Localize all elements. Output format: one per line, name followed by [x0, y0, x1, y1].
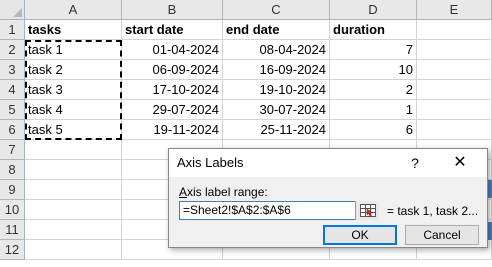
cell-a8[interactable]: [25, 160, 122, 180]
dialog-title-bar[interactable]: Axis Labels ? ✕: [169, 149, 487, 177]
help-icon[interactable]: ?: [405, 153, 425, 173]
row-header-2[interactable]: 2: [0, 40, 25, 60]
row-header-10[interactable]: 10: [0, 200, 25, 220]
cell-d5[interactable]: 1: [330, 100, 417, 120]
cell-a5[interactable]: task 4: [25, 100, 122, 120]
cell-b6[interactable]: 19-11-2024: [122, 120, 223, 140]
row-header-9[interactable]: 9: [0, 180, 25, 200]
cell-c4[interactable]: 19-10-2024: [223, 80, 330, 100]
row-header-1[interactable]: 1: [0, 20, 25, 40]
cell-d4[interactable]: 2: [330, 80, 417, 100]
cell-c5[interactable]: 30-07-2024: [223, 100, 330, 120]
range-label-accesskey: A: [179, 185, 188, 199]
cell-e2[interactable]: [417, 40, 492, 60]
cell-d6[interactable]: 6: [330, 120, 417, 140]
cell-a7[interactable]: [25, 140, 122, 160]
row-header-3[interactable]: 3: [0, 60, 25, 80]
range-label-text: xis label range:: [187, 185, 268, 199]
cell-e3[interactable]: [417, 60, 492, 80]
cell-e5[interactable]: [417, 100, 492, 120]
corner-triangle-icon: [13, 8, 22, 17]
cell-d3[interactable]: 10: [330, 60, 417, 80]
cell-b4[interactable]: 17-10-2024: [122, 80, 223, 100]
collapse-dialog-button[interactable]: [355, 201, 379, 220]
cell-a9[interactable]: [25, 180, 122, 200]
cell-d2[interactable]: 7: [330, 40, 417, 60]
row-header-8[interactable]: 8: [0, 160, 25, 180]
cell-b3[interactable]: 06-09-2024: [122, 60, 223, 80]
row-header-4[interactable]: 4: [0, 80, 25, 100]
range-label: Axis label range:: [179, 185, 268, 199]
close-icon[interactable]: ✕: [449, 153, 471, 173]
dialog-title: Axis Labels: [177, 155, 244, 170]
cell-a1[interactable]: tasks: [25, 20, 122, 40]
cell-a11[interactable]: [25, 220, 122, 240]
axis-label-range-input[interactable]: =Sheet2!$A$2:$A$6: [179, 201, 379, 220]
cell-a6[interactable]: task 5: [25, 120, 122, 140]
cell-c2[interactable]: 08-04-2024: [223, 40, 330, 60]
column-header-d[interactable]: D: [330, 0, 417, 20]
ok-button[interactable]: OK: [323, 225, 397, 245]
row-header-6[interactable]: 6: [0, 120, 25, 140]
range-preview: = task 1, task 2...: [387, 204, 479, 218]
cell-b2[interactable]: 01-04-2024: [122, 40, 223, 60]
cell-a10[interactable]: [25, 200, 122, 220]
cell-a3[interactable]: task 2: [25, 60, 122, 80]
cell-d1[interactable]: duration: [330, 20, 417, 40]
column-header-c[interactable]: C: [223, 0, 330, 20]
cell-e1[interactable]: [417, 20, 492, 40]
cell-a4[interactable]: task 3: [25, 80, 122, 100]
row-header-12[interactable]: 12: [0, 240, 25, 260]
cell-c3[interactable]: 16-09-2024: [223, 60, 330, 80]
axis-labels-dialog: Axis Labels ? ✕ Axis label range: =Sheet…: [168, 148, 488, 248]
cell-e6[interactable]: [417, 120, 492, 140]
cell-e4[interactable]: [417, 80, 492, 100]
row-header-5[interactable]: 5: [0, 100, 25, 120]
cell-c6[interactable]: 25-11-2024: [223, 120, 330, 140]
row-header-7[interactable]: 7: [0, 140, 25, 160]
row-header-11[interactable]: 11: [0, 220, 25, 240]
cell-a12[interactable]: [25, 240, 122, 260]
cell-b5[interactable]: 29-07-2024: [122, 100, 223, 120]
range-select-icon: [360, 204, 376, 217]
column-header-e[interactable]: E: [417, 0, 492, 20]
cell-a2[interactable]: task 1: [25, 40, 122, 60]
cell-b1[interactable]: start date: [122, 20, 223, 40]
column-header-b[interactable]: B: [122, 0, 223, 20]
cancel-button[interactable]: Cancel: [405, 225, 479, 245]
cell-c1[interactable]: end date: [223, 20, 330, 40]
select-all-corner[interactable]: [0, 0, 25, 20]
column-header-a[interactable]: A: [25, 0, 122, 20]
